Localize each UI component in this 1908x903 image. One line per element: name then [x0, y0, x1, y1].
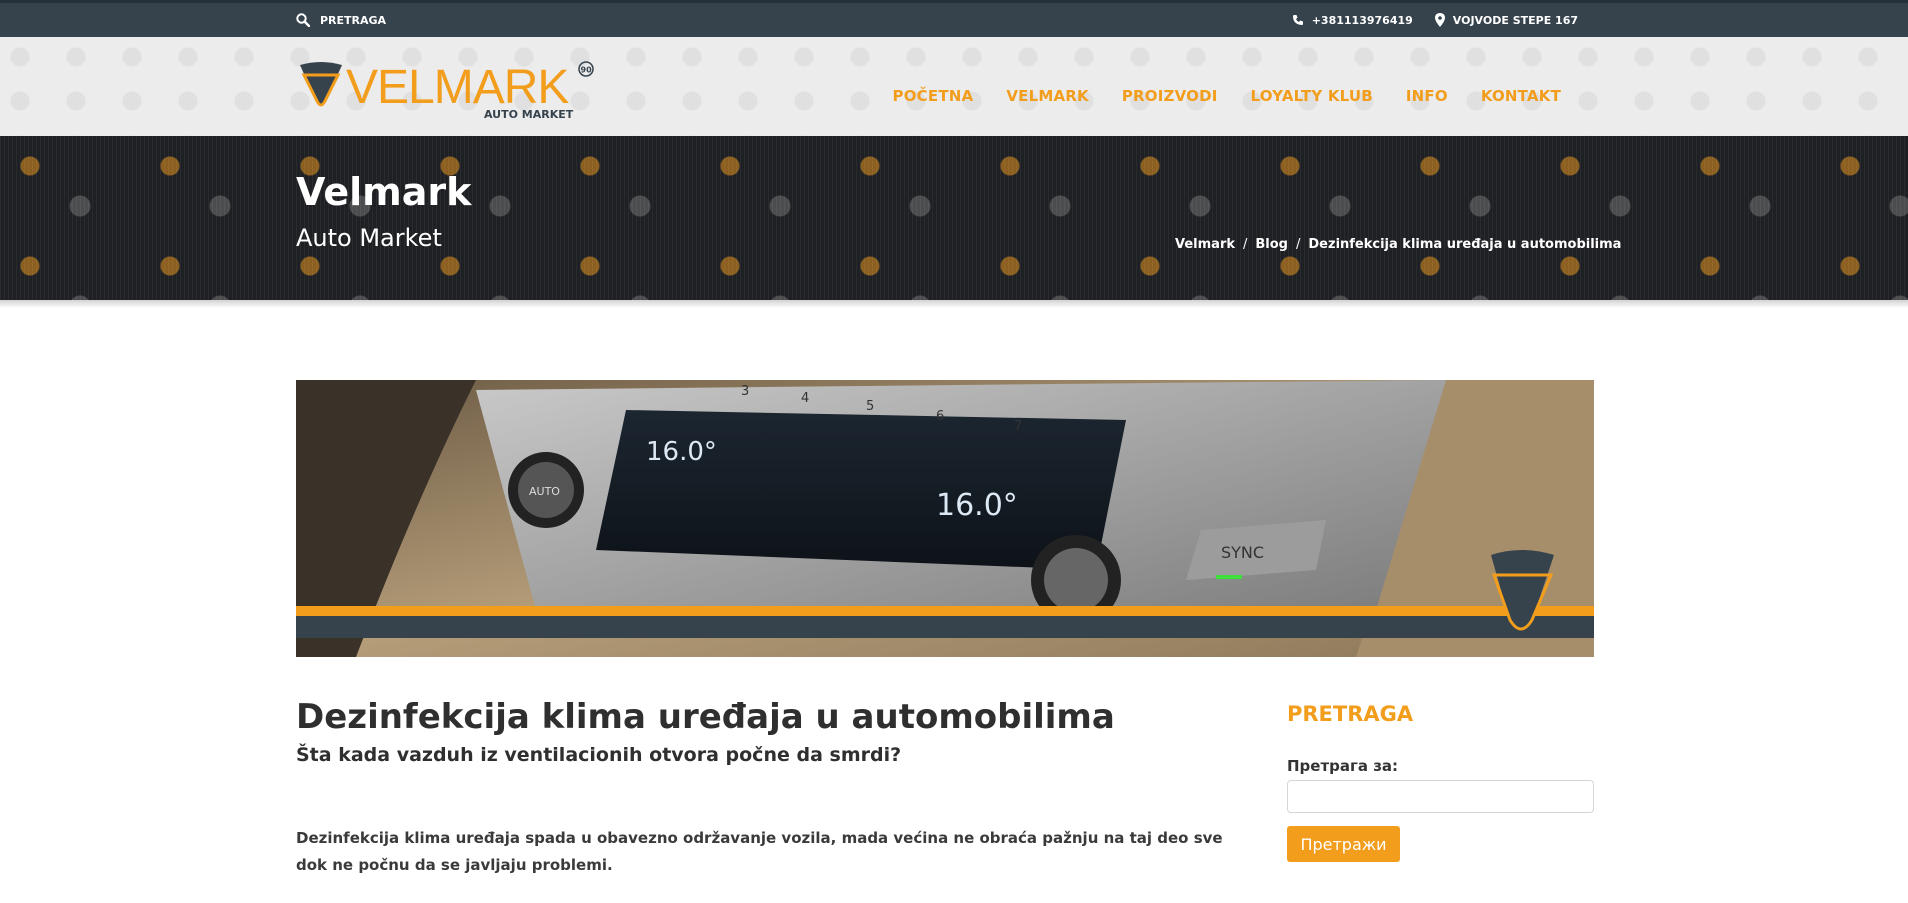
fan-label: 7 [1014, 419, 1022, 434]
site-header: VELMARK 90 AUTO MARKET POČETNA VELMARK P… [0, 37, 1908, 136]
svg-text:AUTO MARKET: AUTO MARKET [484, 108, 574, 121]
sidebar-search-button[interactable]: Претражи [1287, 826, 1400, 862]
velmark-logo[interactable]: VELMARK 90 AUTO MARKET [296, 59, 596, 121]
map-marker-icon [1434, 13, 1445, 27]
sidebar-search-input[interactable] [1287, 780, 1594, 813]
article-paragraph: Dezinfekcija klima uređaja spada u obave… [296, 829, 1223, 874]
fan-label: 3 [741, 384, 749, 399]
phone-number: +381113976419 [1311, 13, 1413, 27]
phone-icon [1292, 15, 1303, 25]
fan-label: 4 [801, 391, 809, 406]
right-temp-display: 16.0° [936, 488, 1018, 523]
top-search[interactable]: PRETRAGA [296, 13, 386, 27]
page-banner: Velmark Auto Market Velmark / Blog / Dez… [0, 136, 1908, 308]
left-temp-display: 16.0° [646, 437, 717, 467]
breadcrumb: Velmark / Blog / Dezinfekcija klima uređ… [1175, 237, 1621, 252]
address-item[interactable]: VOJVODE STEPE 167 [1434, 13, 1578, 27]
sidebar-search-label: Претрага за: [1287, 757, 1399, 775]
article-title: Dezinfekcija klima uređaja u automobilim… [296, 697, 1115, 737]
breadcrumb-separator: / [1296, 237, 1301, 252]
main-nav: POČETNA VELMARK PROIZVODI LOYALTY KLUB I… [893, 87, 1561, 105]
fan-label: 6 [936, 409, 944, 424]
fan-label: 5 [866, 399, 874, 414]
nav-item-proizvodi[interactable]: PROIZVODI [1122, 87, 1218, 105]
nav-item-info[interactable]: INFO [1406, 87, 1448, 105]
article-subtitle: Šta kada vazduh iz ventilacionih otvora … [296, 744, 902, 766]
banner-subtitle: Auto Market [296, 224, 442, 252]
breadcrumb-item-current: Dezinfekcija klima uređaja u automobilim… [1308, 237, 1622, 252]
breadcrumb-separator: / [1243, 237, 1248, 252]
breadcrumb-item-blog[interactable]: Blog [1255, 237, 1288, 252]
phone-item[interactable]: +381113976419 [1292, 14, 1413, 27]
svg-text:VELMARK: VELMARK [346, 61, 569, 114]
breadcrumb-item-velmark[interactable]: Velmark [1175, 237, 1235, 252]
svg-text:90: 90 [581, 66, 593, 75]
banner-title: Velmark [296, 170, 472, 214]
nav-item-pocetna[interactable]: POČETNA [893, 87, 974, 105]
address-text: VOJVODE STEPE 167 [1452, 13, 1578, 27]
article-hero-image: 16.0° 16.0° AUTO SYNC 3 4 5 6 7 [296, 380, 1594, 657]
top-bar: PRETRAGA +381113976419 VOJVODE STEPE 167 [0, 0, 1908, 37]
top-contact: +381113976419 VOJVODE STEPE 167 [1292, 13, 1578, 27]
nav-item-kontakt[interactable]: KONTAKT [1481, 87, 1561, 105]
auto-knob-label: AUTO [529, 485, 560, 498]
sidebar-search-title: PRETRAGA [1287, 702, 1414, 726]
nav-item-velmark[interactable]: VELMARK [1006, 87, 1089, 105]
search-icon [296, 13, 310, 27]
nav-item-loyalty-klub[interactable]: LOYALTY KLUB [1251, 87, 1373, 105]
top-search-label: PRETRAGA [320, 13, 387, 27]
sync-button-label: SYNC [1221, 543, 1264, 562]
